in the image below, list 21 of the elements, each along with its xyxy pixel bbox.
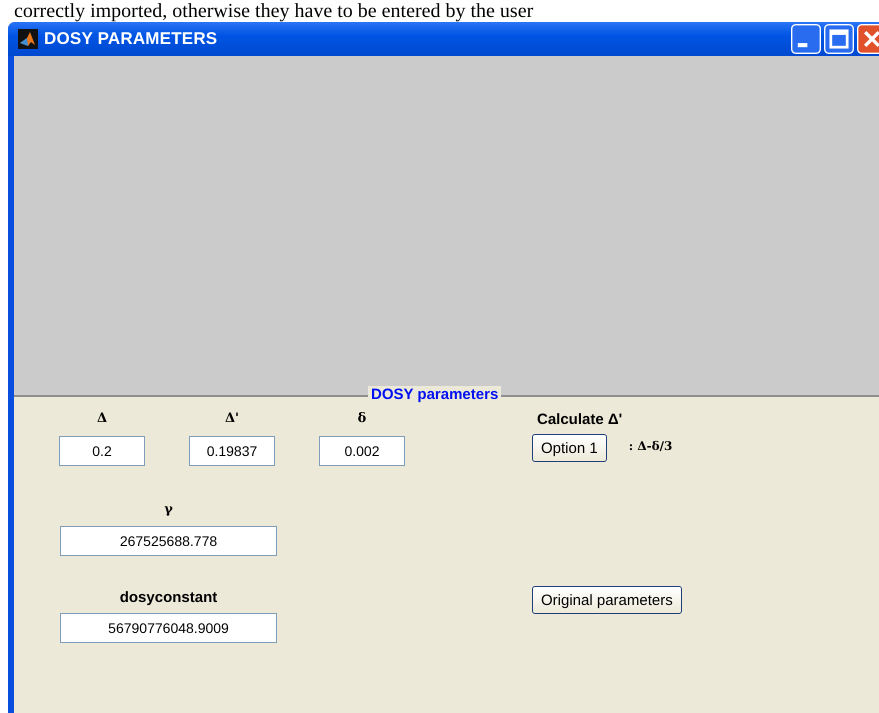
calculate-label: Calculate Δ' [537, 411, 622, 430]
option-button[interactable]: Option 1 [532, 434, 607, 462]
document-text: correctly imported, otherwise they have to be entered by the user [13, 0, 534, 22]
minimize-icon[interactable] [791, 24, 821, 54]
parameter-label: Δ [96, 411, 108, 428]
gamma-label: γ [164, 502, 173, 519]
dosyconstant-field[interactable]: 56790776048.9009 [60, 613, 277, 643]
parameter-field[interactable]: 0.002 [319, 436, 405, 466]
window-title: DOSY PARAMETERS [44, 29, 218, 49]
dosyconstant-label: dosyconstant [120, 589, 218, 608]
parameter-field[interactable]: 0.19837 [189, 436, 275, 466]
panel-title: DOSY parameters [368, 386, 502, 403]
original-parameters-button[interactable]: Original parameters [532, 586, 682, 614]
formula-text: : Δ-δ/3 [628, 439, 672, 453]
close-icon[interactable] [857, 24, 879, 54]
gamma-field[interactable]: 267525688.778 [60, 526, 277, 556]
maximize-icon[interactable] [824, 24, 854, 54]
parameter-field[interactable]: 0.2 [59, 436, 145, 466]
parameter-label: Δ' [224, 411, 240, 428]
parameter-label: δ [358, 411, 366, 428]
app-icon [18, 29, 38, 49]
